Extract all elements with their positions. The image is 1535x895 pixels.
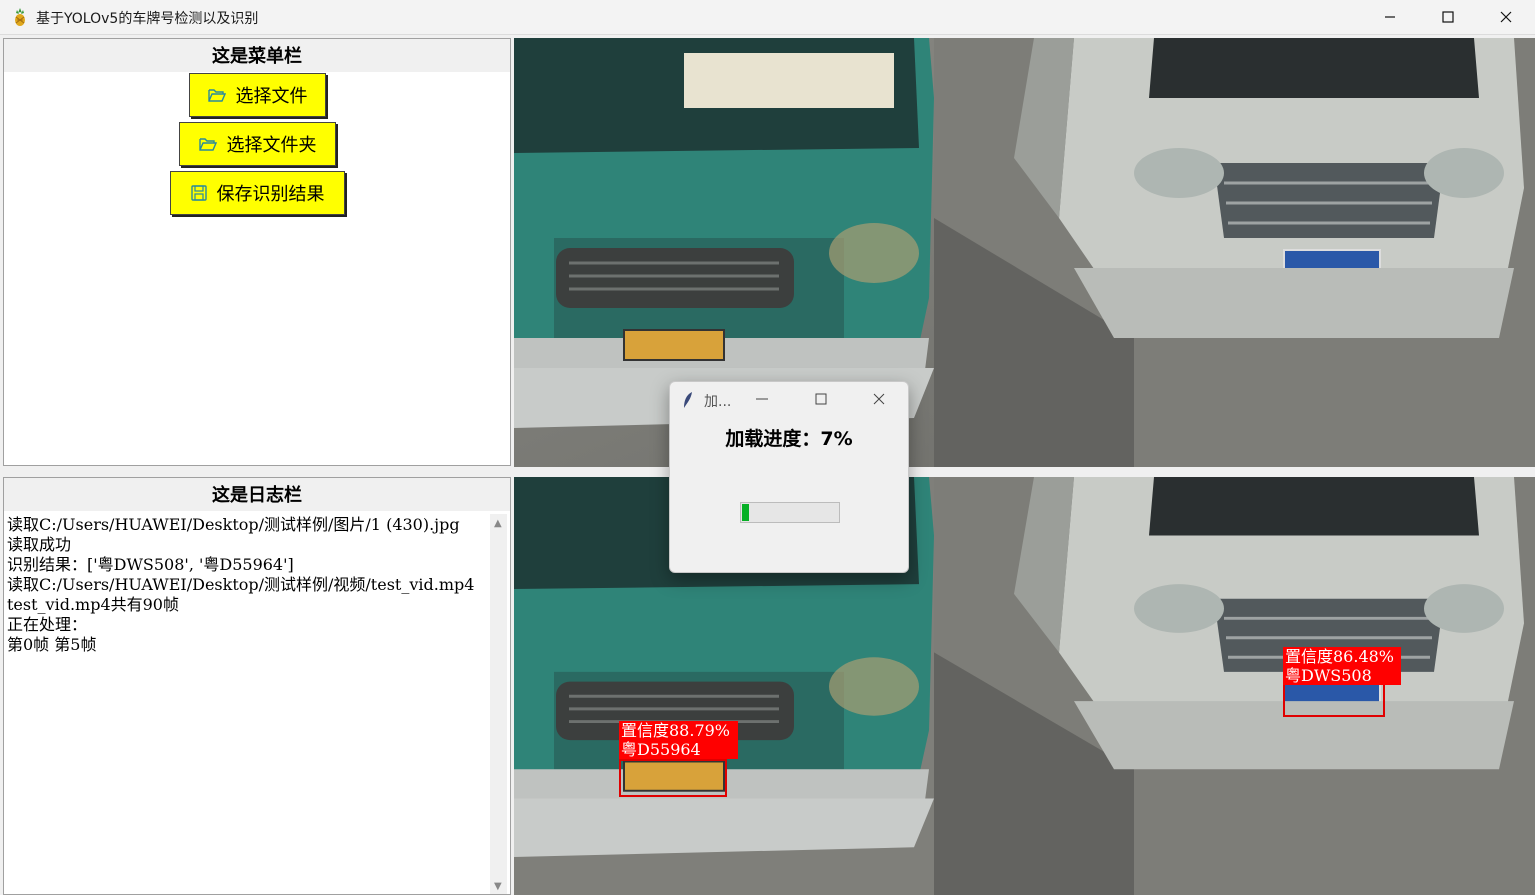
progress-label: 加载进度：7% <box>725 428 853 450</box>
detection-label: 置信度88.79% 粤D55964 <box>619 721 738 759</box>
close-icon[interactable] <box>872 392 886 406</box>
result-image: 置信度88.79% 粤D55964 置信度86.48% 粤DWS508 <box>514 477 1535 895</box>
plate-detection-box <box>1283 680 1385 717</box>
progress-bar-fill <box>742 504 749 521</box>
log-textarea[interactable]: 读取C:/Users/HUAWEI/Desktop/测试样例/图片/1 (430… <box>7 515 491 895</box>
progress-bar <box>740 502 840 523</box>
loading-dialog: 加... 加载进度：7% <box>669 381 909 573</box>
title-bar: 基于YOLOv5的车牌号检测以及识别 <box>0 0 1535 35</box>
select-folder-button[interactable]: 选择文件夹 <box>179 122 336 166</box>
maximize-icon[interactable] <box>814 392 828 406</box>
detection-label: 置信度86.48% 粤DWS508 <box>1283 647 1401 685</box>
save-icon <box>190 185 207 201</box>
dialog-title-bar: 加... <box>670 382 908 416</box>
feather-icon <box>684 392 692 408</box>
select-file-button[interactable]: 选择文件 <box>189 73 326 117</box>
select-file-label: 选择文件 <box>235 86 308 107</box>
minimize-icon[interactable] <box>755 392 769 406</box>
close-button[interactable] <box>1477 0 1535 34</box>
window-title: 基于YOLOv5的车牌号检测以及识别 <box>36 11 259 27</box>
save-results-label: 保存识别结果 <box>216 184 325 205</box>
menu-panel: 这是菜单栏 选择文件 选择文件夹 保存识别结果 <box>3 38 511 466</box>
maximize-icon <box>1442 11 1454 23</box>
menu-header: 这是菜单栏 <box>4 39 510 72</box>
original-image <box>514 38 1535 467</box>
log-scrollbar[interactable]: ▲ ▼ <box>490 514 507 894</box>
close-icon <box>1500 11 1512 23</box>
traffic-photo <box>514 38 1535 467</box>
folder-open-icon <box>198 138 217 151</box>
scroll-up-icon[interactable]: ▲ <box>494 518 502 529</box>
pineapple-icon <box>15 8 25 26</box>
plate-detection-box <box>619 759 727 797</box>
folder-open-icon <box>207 89 226 102</box>
maximize-button[interactable] <box>1419 0 1477 34</box>
scroll-down-icon[interactable]: ▼ <box>494 881 502 892</box>
minimize-button[interactable] <box>1361 0 1419 34</box>
dialog-title: 加... <box>704 394 732 410</box>
plate-text: 粤DWS508 <box>1285 666 1372 685</box>
log-header: 这是日志栏 <box>4 478 510 511</box>
select-folder-label: 选择文件夹 <box>226 135 317 156</box>
plate-text: 粤D55964 <box>621 740 701 759</box>
confidence-text: 置信度86.48% <box>1285 647 1395 666</box>
minimize-icon <box>1385 16 1395 18</box>
save-results-button[interactable]: 保存识别结果 <box>170 171 345 215</box>
log-panel: 这是日志栏 读取C:/Users/HUAWEI/Desktop/测试样例/图片/… <box>3 477 511 895</box>
confidence-text: 置信度88.79% <box>621 721 731 740</box>
